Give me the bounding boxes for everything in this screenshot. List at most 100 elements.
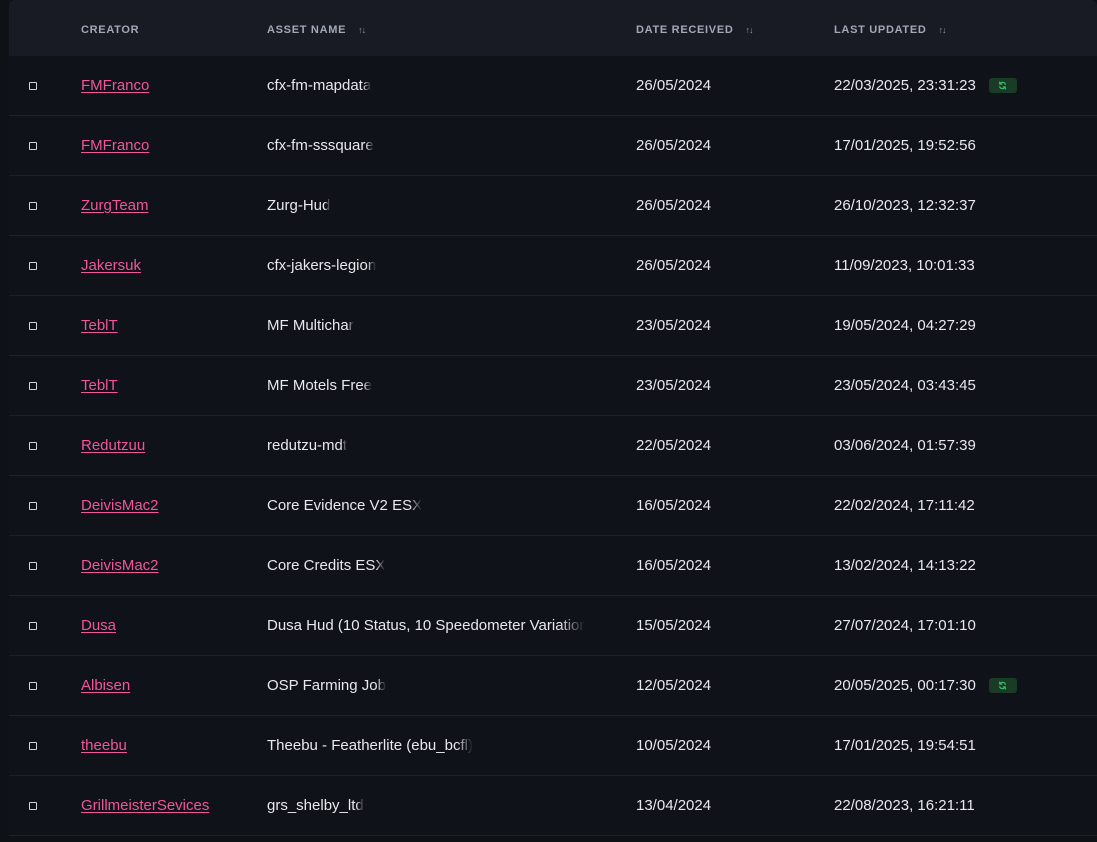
last-updated-cell: 22/08/2023, 16:21:11: [834, 776, 975, 835]
table-row[interactable]: FMFranco cfx-fm-sssquare 26/05/2024 17/0…: [9, 116, 1097, 176]
table-row[interactable]: TeblT MF Motels Free 23/05/2024 23/05/20…: [9, 356, 1097, 416]
column-header-date-received[interactable]: DATE RECEIVED ↑↓: [636, 24, 754, 36]
row-checkbox[interactable]: [29, 682, 37, 690]
creator-link[interactable]: DeivisMac2: [81, 557, 159, 574]
date-received: 26/05/2024: [636, 197, 712, 214]
creator-link[interactable]: DeivisMac2: [81, 497, 159, 514]
last-updated-cell: 17/01/2025, 19:54:51: [834, 716, 976, 775]
creator-link[interactable]: Jakersuk: [81, 257, 141, 274]
row-checkbox[interactable]: [29, 622, 37, 630]
table-row[interactable]: Albisen OSP Farming Job 12/05/2024 20/05…: [9, 656, 1097, 716]
asset-name: Zurg-Hud: [267, 197, 331, 214]
creator-link[interactable]: Dusa: [81, 617, 116, 634]
creator-cell: Albisen: [81, 656, 130, 715]
column-header-asset-name[interactable]: ASSET NAME ↑↓: [267, 24, 366, 36]
asset-name-cell: Core Evidence V2 ESX: [267, 476, 585, 535]
row-checkbox[interactable]: [29, 262, 37, 270]
date-received-cell: 26/05/2024: [636, 116, 711, 175]
date-received: 16/05/2024: [636, 557, 712, 574]
asset-name-cell: Core Credits ESX: [267, 536, 585, 595]
date-received: 23/05/2024: [636, 317, 712, 334]
column-header-creator[interactable]: CREATOR: [81, 24, 139, 36]
row-checkbox[interactable]: [29, 562, 37, 570]
creator-cell: TeblT: [81, 356, 118, 415]
asset-name-cell: redutzu-mdt: [267, 416, 585, 475]
table-row[interactable]: FMFranco cfx-fm-mapdata 26/05/2024 22/03…: [9, 56, 1097, 116]
asset-name-cell: cfx-jakers-legion: [267, 236, 585, 295]
asset-name-cell: MF Multichar: [267, 296, 585, 355]
creator-link[interactable]: GrillmeisterSevices: [81, 797, 209, 814]
last-updated-cell: 20/05/2025, 00:17:30: [834, 656, 1017, 715]
date-received: 12/05/2024: [636, 677, 712, 694]
creator-link[interactable]: Albisen: [81, 677, 130, 694]
row-checkbox[interactable]: [29, 142, 37, 150]
table-row[interactable]: GrillmeisterSevices grs_shelby_ltd 13/04…: [9, 776, 1097, 836]
row-checkbox[interactable]: [29, 802, 37, 810]
asset-name-cell: MF Motels Free: [267, 356, 585, 415]
date-received: 16/05/2024: [636, 497, 712, 514]
asset-name: redutzu-mdt: [267, 437, 348, 454]
last-updated-cell: 23/05/2024, 03:43:45: [834, 356, 976, 415]
creator-link[interactable]: TeblT: [81, 317, 118, 334]
row-checkbox[interactable]: [29, 502, 37, 510]
row-checkbox[interactable]: [29, 442, 37, 450]
last-updated-cell: 27/07/2024, 17:01:10: [834, 596, 976, 655]
last-updated-cell: 22/03/2025, 23:31:23: [834, 56, 1017, 115]
last-updated: 11/09/2023, 10:01:33: [834, 257, 975, 274]
update-available-badge[interactable]: [988, 78, 1017, 93]
row-checkbox[interactable]: [29, 382, 37, 390]
table-row[interactable]: Redutzuu redutzu-mdt 22/05/2024 03/06/20…: [9, 416, 1097, 476]
column-header-last-updated[interactable]: LAST UPDATED ↑↓: [834, 24, 947, 36]
last-updated: 26/10/2023, 12:32:37: [834, 197, 976, 214]
last-updated: 23/05/2024, 03:43:45: [834, 377, 976, 394]
table-row[interactable]: DeivisMac2 Core Credits ESX 16/05/2024 1…: [9, 536, 1097, 596]
row-checkbox[interactable]: [29, 742, 37, 750]
table-row[interactable]: theebu Theebu - Featherlite (ebu_bcfl) 1…: [9, 716, 1097, 776]
row-checkbox[interactable]: [29, 82, 37, 90]
creator-link[interactable]: ZurgTeam: [81, 197, 149, 214]
assets-table: CREATOR ASSET NAME ↑↓ DATE RECEIVED ↑↓ L…: [9, 0, 1097, 836]
date-received: 26/05/2024: [636, 137, 712, 154]
last-updated-cell: 26/10/2023, 12:32:37: [834, 176, 976, 235]
last-updated: 17/01/2025, 19:54:51: [834, 737, 976, 754]
date-received-cell: 15/05/2024: [636, 596, 711, 655]
date-received: 26/05/2024: [636, 257, 712, 274]
sort-arrows-icon[interactable]: ↑↓: [746, 25, 754, 35]
table-row[interactable]: Dusa Dusa Hud (10 Status, 10 Speedometer…: [9, 596, 1097, 656]
last-updated: 27/07/2024, 17:01:10: [834, 617, 976, 634]
creator-link[interactable]: TeblT: [81, 377, 118, 394]
last-updated: 03/06/2024, 01:57:39: [834, 437, 976, 454]
date-received: 13/04/2024: [636, 797, 712, 814]
creator-link[interactable]: theebu: [81, 737, 127, 754]
last-updated-cell: 13/02/2024, 14:13:22: [834, 536, 976, 595]
asset-name-cell: cfx-fm-mapdata: [267, 56, 585, 115]
asset-name-cell: Zurg-Hud: [267, 176, 585, 235]
asset-name-cell: Theebu - Featherlite (ebu_bcfl): [267, 716, 585, 775]
last-updated: 19/05/2024, 04:27:29: [834, 317, 976, 334]
date-received-cell: 26/05/2024: [636, 56, 711, 115]
date-received-cell: 23/05/2024: [636, 356, 711, 415]
row-checkbox[interactable]: [29, 322, 37, 330]
creator-link[interactable]: FMFranco: [81, 137, 149, 154]
creator-cell: Dusa: [81, 596, 116, 655]
asset-name: Dusa Hud (10 Status, 10 Speedometer Vari…: [267, 617, 585, 634]
sort-arrows-icon[interactable]: ↑↓: [939, 25, 947, 35]
asset-name: cfx-fm-mapdata: [267, 77, 372, 94]
asset-name-cell: cfx-fm-sssquare: [267, 116, 585, 175]
date-received: 23/05/2024: [636, 377, 712, 394]
row-checkbox[interactable]: [29, 202, 37, 210]
asset-name: grs_shelby_ltd: [267, 797, 364, 814]
date-received-cell: 13/04/2024: [636, 776, 711, 835]
table-row[interactable]: ZurgTeam Zurg-Hud 26/05/2024 26/10/2023,…: [9, 176, 1097, 236]
creator-cell: GrillmeisterSevices: [81, 776, 209, 835]
update-available-badge[interactable]: [988, 678, 1017, 693]
table-row[interactable]: Jakersuk cfx-jakers-legion 26/05/2024 11…: [9, 236, 1097, 296]
table-row[interactable]: TeblT MF Multichar 23/05/2024 19/05/2024…: [9, 296, 1097, 356]
date-received: 10/05/2024: [636, 737, 712, 754]
sort-arrows-icon[interactable]: ↑↓: [358, 25, 366, 35]
table-row[interactable]: DeivisMac2 Core Evidence V2 ESX 16/05/20…: [9, 476, 1097, 536]
date-received-cell: 10/05/2024: [636, 716, 711, 775]
creator-link[interactable]: FMFranco: [81, 77, 149, 94]
creator-link[interactable]: Redutzuu: [81, 437, 145, 454]
asset-name: Core Credits ESX: [267, 557, 386, 574]
